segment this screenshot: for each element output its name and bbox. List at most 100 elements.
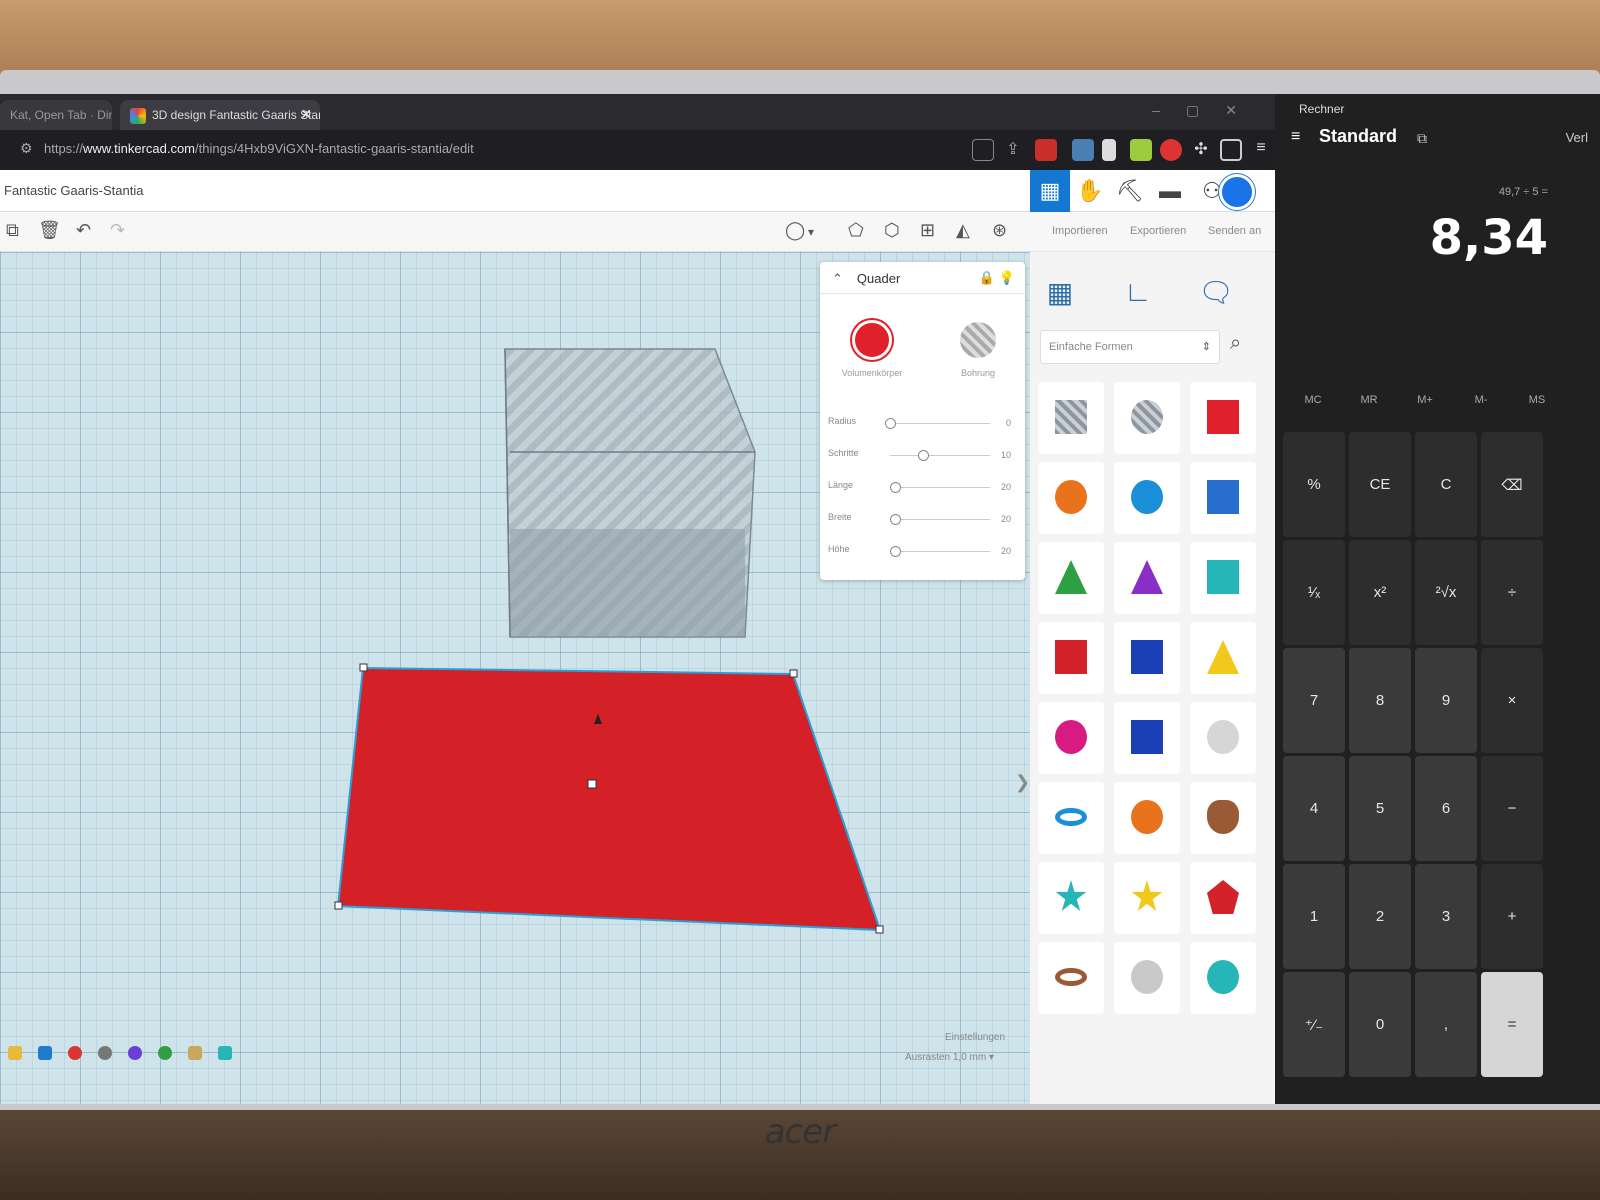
shape-icosahedron[interactable] [1190,862,1256,934]
param-row-1[interactable]: Schritte 10 [828,448,1013,464]
align-icon[interactable]: ⊞ [920,220,935,241]
shape-half-sphere[interactable] [1038,702,1104,774]
shape-star[interactable] [1038,862,1104,934]
settings-icon[interactable] [98,1046,112,1060]
param-value[interactable]: 0 [1006,418,1011,428]
undo-icon[interactable]: ↶ [76,220,91,241]
shape-scribble[interactable] [1190,462,1256,534]
calc-key[interactable]: ¹⁄ₓ [1283,540,1345,645]
import-button[interactable]: Importieren [1052,225,1108,237]
calc-key[interactable]: % [1283,432,1345,537]
history-button[interactable]: Verl [1566,130,1588,145]
group-icon[interactable]: ⬠ [848,220,864,241]
shape-paraboloid[interactable] [1190,702,1256,774]
extension-icon[interactable] [1072,139,1094,161]
param-value[interactable]: 20 [1001,546,1011,556]
calculator-taskbar-icon[interactable] [218,1046,232,1060]
browser-tab-inactive[interactable]: Kat, Open Tab · Din [0,100,112,130]
bricks-icon[interactable]: ▬ [1150,170,1190,212]
slider-track[interactable] [890,519,990,520]
calc-key[interactable]: 7 [1283,648,1345,753]
close-tab-icon[interactable]: ✕ [300,106,312,123]
puzzle-icon[interactable]: ✣ [1190,139,1212,161]
browser-tab-active[interactable]: 3D design Fantastic Gaaris Stanfa ✕ [120,100,320,130]
calc-key[interactable]: 1 [1283,864,1345,969]
spotify-icon[interactable] [158,1046,172,1060]
url-text[interactable]: https://www.tinkercad.com/things/4Hxb9Vi… [44,141,474,156]
slider-track[interactable] [890,423,990,424]
memory-button[interactable]: MR [1339,394,1399,406]
mirror-icon[interactable]: ◭ [956,220,970,241]
chevron-up-icon[interactable]: ⌃ [832,271,843,286]
shape-polygon[interactable] [1114,702,1180,774]
window-controls[interactable]: –▢✕ [1152,102,1263,119]
calc-key[interactable]: , [1415,972,1477,1077]
shape-sphere[interactable] [1114,462,1180,534]
calc-key[interactable]: CE [1349,432,1411,537]
slider-knob[interactable] [918,450,929,461]
keep-on-top-icon[interactable]: ⧉ [1417,130,1427,147]
shape-heart[interactable] [1190,782,1256,854]
shape-cylinder[interactable] [1038,462,1104,534]
share-icon[interactable]: ⇪ [1002,139,1024,161]
shape-cone[interactable] [1114,542,1180,614]
shape-cylinder-hole[interactable] [1114,382,1180,454]
param-row-4[interactable]: Höhe 20 [828,544,1013,560]
calc-key[interactable]: ²√x [1415,540,1477,645]
app-icon[interactable] [128,1046,142,1060]
calc-key[interactable]: C [1415,432,1477,537]
file-explorer-icon[interactable] [8,1046,22,1060]
shape-dodecahedron[interactable] [1114,942,1180,1014]
slider-knob[interactable] [890,546,901,557]
site-info-icon[interactable]: ⚙ [20,140,33,157]
search-icon[interactable]: ⌕ [1230,332,1241,355]
extension-icon[interactable] [1102,139,1116,161]
address-bar[interactable]: ⚙ https://www.tinkercad.com/things/4Hxb9… [0,130,1275,170]
screenshot-icon[interactable] [972,139,994,161]
export-button[interactable]: Exportieren [1130,225,1186,237]
extension-icon[interactable] [1130,139,1152,161]
shape-pyramid[interactable] [1190,622,1256,694]
shape-box-hole[interactable] [1038,382,1104,454]
param-row-3[interactable]: Breite 20 [828,512,1013,528]
brave-icon[interactable] [68,1046,82,1060]
memory-button[interactable]: M+ [1395,394,1455,406]
calc-key[interactable]: × [1481,648,1543,753]
calc-key[interactable]: ⌫ [1481,432,1543,537]
slider-track[interactable] [890,455,990,456]
shape-text[interactable] [1038,622,1104,694]
pickaxe-icon[interactable]: ⛏ [1110,170,1150,212]
settings-link[interactable]: Einstellungen [945,1032,1005,1043]
slider-knob[interactable] [885,418,896,429]
hole-button[interactable] [960,322,996,358]
chevron-right-icon[interactable]: ❯ [1015,772,1030,793]
lock-icon[interactable]: 🔒 [979,270,995,286]
avatar[interactable] [1219,174,1255,210]
shape-round-roof[interactable] [1190,542,1256,614]
extension-icon[interactable] [1160,139,1182,161]
shape-wedge[interactable] [1114,622,1180,694]
notes-icon[interactable]: 🗨 [1194,270,1238,314]
memory-button[interactable]: MC [1283,394,1343,406]
param-value[interactable]: 20 [1001,514,1011,524]
redo-icon[interactable]: ↷ [110,220,125,241]
sidebar-icon[interactable] [1220,139,1242,161]
memory-button[interactable]: MS [1507,394,1567,406]
menu-icon[interactable]: ≡ [1250,139,1272,161]
shape-box[interactable] [1190,382,1256,454]
blocks-hand-icon[interactable]: ✋ [1070,170,1110,212]
calc-key[interactable]: x² [1349,540,1411,645]
duplicate-icon[interactable]: ⧉ [6,220,19,241]
light-bulb-icon[interactable]: ◯ [785,220,805,241]
calc-key[interactable]: 9 [1415,648,1477,753]
cruise-icon[interactable]: ⊛ [992,220,1007,241]
calc-key[interactable]: + [1481,864,1543,969]
light-bulb-icon[interactable]: 💡 [999,270,1015,286]
red-box[interactable] [334,663,884,934]
slider-track[interactable] [890,487,990,488]
chevron-down-icon[interactable]: ▾ [808,225,814,239]
shape-category-select[interactable]: Einfache Formen ⇕ [1040,330,1220,364]
shape-ring[interactable] [1038,942,1104,1014]
param-value[interactable]: 20 [1001,482,1011,492]
calc-key[interactable]: − [1481,756,1543,861]
